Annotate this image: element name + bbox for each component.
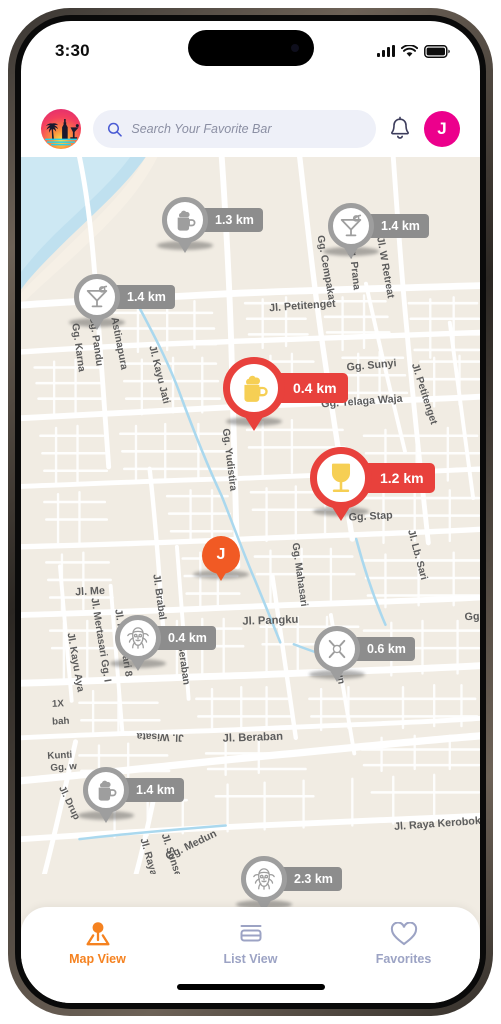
barong-mask-icon bbox=[127, 627, 149, 649]
nav-label-list-view: List View bbox=[223, 952, 278, 966]
dynamic-island bbox=[187, 30, 314, 66]
map-street-label: Jl. Wisata bbox=[136, 730, 184, 743]
search-icon bbox=[107, 122, 122, 137]
heart-icon bbox=[390, 921, 418, 947]
user-pin-initial: J bbox=[202, 536, 240, 574]
map-marker-m2[interactable]: 1.4 km bbox=[323, 203, 429, 259]
map-marker-m3[interactable]: 1.4 km bbox=[69, 274, 175, 330]
phone-screen: 3:30 Search Your Favorite Bar J Jl. Peti… bbox=[21, 21, 480, 1003]
map-view[interactable]: Jl. Petitenget Gg. Cempaka Gg. Prana Jl. W … bbox=[21, 157, 480, 1003]
marker-head bbox=[162, 197, 208, 243]
search-bar[interactable] bbox=[93, 110, 376, 148]
avatar[interactable]: J bbox=[424, 111, 460, 147]
map-marker-m6[interactable]: 0.4 km bbox=[110, 615, 216, 671]
marker-head bbox=[310, 447, 372, 509]
map-marker-m1[interactable]: 1.3 km bbox=[157, 197, 263, 253]
map-street-label: 1X bbox=[52, 698, 65, 710]
bell-icon[interactable] bbox=[388, 116, 412, 142]
marker-head bbox=[83, 767, 129, 813]
cocktail-glass-icon bbox=[86, 285, 108, 308]
fork-knife-icon bbox=[328, 639, 346, 659]
status-indicators bbox=[377, 44, 450, 58]
map-marker-m7[interactable]: 0.6 km bbox=[309, 626, 415, 682]
battery-full-icon bbox=[424, 44, 450, 58]
beer-mug-icon bbox=[244, 375, 268, 402]
marker-head bbox=[115, 615, 161, 661]
map-street-label: Gg. w bbox=[50, 761, 78, 774]
marker-head bbox=[328, 203, 374, 249]
status-time: 3:30 bbox=[55, 41, 90, 60]
marker-head bbox=[223, 357, 285, 419]
marker-head bbox=[74, 274, 120, 320]
phone-bezel: 3:30 Search Your Favorite Bar J Jl. Peti… bbox=[15, 15, 486, 1009]
list-view-icon bbox=[237, 921, 265, 947]
nav-item-map-view[interactable]: Map View bbox=[21, 921, 174, 966]
app-header: J bbox=[21, 101, 480, 157]
barong-mask-icon bbox=[253, 868, 275, 890]
phone-frame: 3:30 Search Your Favorite Bar J Jl. Peti… bbox=[8, 8, 493, 1016]
nav-label-favorites: Favorites bbox=[375, 952, 432, 966]
marker-head bbox=[241, 856, 287, 902]
search-input[interactable] bbox=[131, 122, 362, 136]
beer-mug-icon bbox=[98, 780, 117, 801]
map-street-label: Jl. Me bbox=[75, 585, 105, 599]
nav-item-favorites[interactable]: Favorites bbox=[327, 921, 480, 966]
marker-head bbox=[314, 626, 360, 672]
map-pin-icon bbox=[83, 921, 113, 947]
nav-label-map-view: Map View bbox=[69, 952, 126, 966]
user-location-pin[interactable]: J bbox=[202, 536, 240, 581]
map-street-label: Gg bbox=[464, 611, 479, 624]
beer-mug-icon bbox=[177, 210, 196, 231]
front-camera-icon bbox=[290, 44, 299, 52]
wine-glass-icon bbox=[331, 463, 351, 493]
wifi-icon bbox=[401, 44, 418, 57]
nav-item-list-view[interactable]: List View bbox=[174, 921, 327, 966]
map-street-label: Jl. Pangku bbox=[242, 614, 299, 628]
map-marker-m5[interactable]: 1.2 km bbox=[310, 447, 435, 521]
map-marker-m4[interactable]: 0.4 km bbox=[223, 357, 348, 431]
home-indicator bbox=[176, 984, 325, 990]
map-street-label: bah bbox=[52, 716, 70, 728]
map-street-label: Jl. Beraban bbox=[222, 731, 283, 745]
sunset-palm-bar-logo[interactable] bbox=[41, 109, 81, 149]
map-marker-m9[interactable]: 2.3 km bbox=[236, 856, 342, 912]
cellular-signal-icon bbox=[377, 45, 395, 57]
map-street-label: Kunti bbox=[47, 750, 73, 762]
cocktail-glass-icon bbox=[340, 214, 362, 237]
map-marker-m8[interactable]: 1.4 km bbox=[78, 767, 184, 823]
